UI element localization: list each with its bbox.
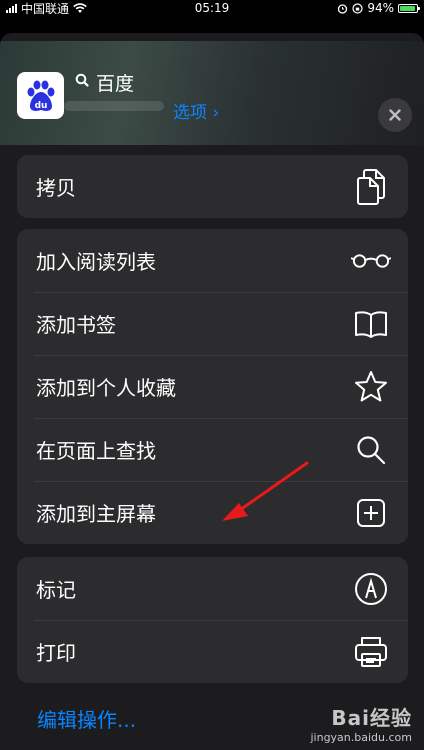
watermark-brand: Bai经验	[331, 706, 412, 730]
annotation-arrow-icon	[222, 461, 309, 521]
watermark: Bai经验 jingyan.baidu.com	[310, 702, 412, 744]
watermark-url: jingyan.baidu.com	[310, 731, 412, 744]
